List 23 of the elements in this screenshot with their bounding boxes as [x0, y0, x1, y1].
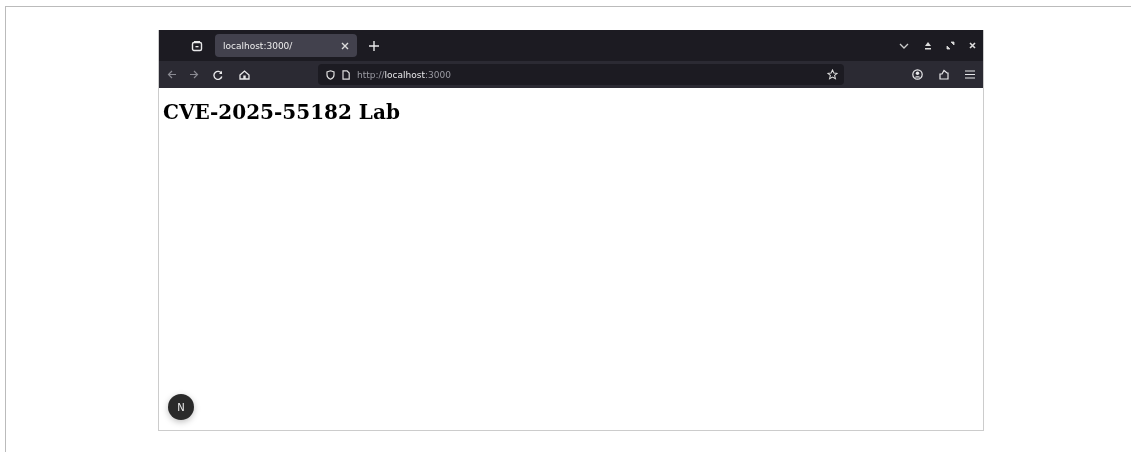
tab-title: localhost:3000/: [223, 40, 293, 51]
tab-group-icon[interactable]: [191, 39, 203, 52]
close-icon[interactable]: [341, 41, 349, 50]
minimize-icon[interactable]: [924, 41, 932, 50]
page-icon: [342, 69, 350, 80]
maximize-icon[interactable]: [946, 41, 955, 50]
account-icon[interactable]: [912, 69, 923, 80]
shield-icon[interactable]: [326, 69, 335, 80]
dev-indicator-button[interactable]: N: [168, 394, 194, 420]
home-icon[interactable]: [239, 69, 250, 80]
close-icon[interactable]: [969, 42, 976, 49]
star-icon[interactable]: [827, 69, 838, 80]
menu-icon[interactable]: [965, 70, 975, 79]
url-text: http://localhost:3000: [357, 69, 451, 80]
forward-icon[interactable]: [189, 70, 199, 79]
reload-icon[interactable]: [213, 69, 223, 80]
page-heading: CVE-2025-55182 Lab: [163, 100, 400, 124]
extensions-icon[interactable]: [939, 69, 949, 80]
plus-icon[interactable]: [369, 40, 379, 51]
chevron-down-icon[interactable]: [899, 42, 909, 49]
address-bar[interactable]: http://localhost:3000: [318, 64, 844, 85]
back-icon[interactable]: [167, 70, 177, 79]
browser-tab[interactable]: localhost:3000/: [215, 34, 357, 57]
